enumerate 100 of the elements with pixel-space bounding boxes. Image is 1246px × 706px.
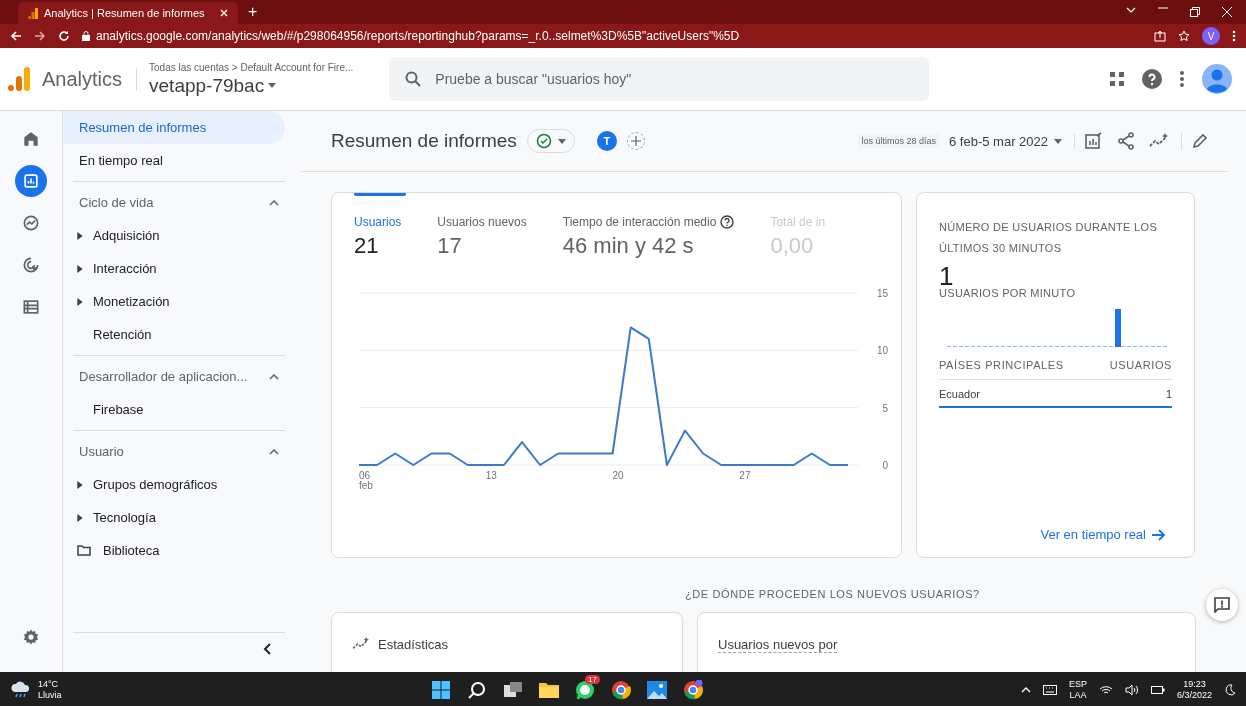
collapse-caret-icon	[269, 199, 279, 206]
analytics-logo-icon	[28, 7, 38, 19]
more-icon[interactable]	[1232, 30, 1236, 42]
check-circle-icon	[535, 133, 552, 149]
language-indicator[interactable]: ESP LAA	[1068, 679, 1087, 701]
help-icon[interactable]	[1142, 69, 1162, 89]
help-icon[interactable]	[720, 215, 735, 229]
expand-arrow-icon	[77, 513, 83, 522]
back-icon[interactable]	[10, 30, 22, 42]
per-minute-label: USUARIOS POR MINUTO	[939, 287, 1077, 299]
nav-item[interactable]: Interacción	[73, 252, 285, 285]
nav-item[interactable]: Tecnología	[73, 501, 285, 534]
nav-item[interactable]: En tiempo real	[63, 144, 285, 177]
share-icon[interactable]	[1117, 132, 1135, 150]
notification-badge: 17	[585, 675, 600, 684]
section-header[interactable]: Desarrollador de aplicacion...	[73, 360, 285, 393]
advertising-icon	[21, 255, 41, 275]
tab-title: Analytics | Resumen de informes	[44, 7, 205, 19]
photos-button[interactable]	[646, 679, 668, 701]
folder-icon	[539, 682, 559, 698]
library-item[interactable]: Biblioteca	[63, 534, 285, 567]
star-icon[interactable]	[1178, 30, 1190, 42]
reload-icon[interactable]	[58, 30, 70, 42]
insights-icon[interactable]	[1149, 133, 1169, 149]
search-icon	[405, 71, 422, 87]
search-field[interactable]: Pruebe a buscar "usuarios hoy"	[389, 57, 930, 101]
expand-arrow-icon	[77, 297, 83, 306]
metric-tab[interactable]: Usuarios nuevos 17	[437, 215, 527, 259]
rain-cloud-icon	[10, 681, 32, 699]
column-header: USUARIOS	[1109, 359, 1172, 371]
restore-icon[interactable]	[1190, 7, 1200, 17]
more-icon[interactable]	[1180, 71, 1184, 87]
nav-item[interactable]: Monetización	[73, 285, 285, 318]
y-tick-label: 10	[876, 345, 888, 357]
table-row[interactable]: Ecuador 1	[939, 380, 1172, 408]
settings-icon[interactable]	[22, 628, 40, 646]
card-title[interactable]: Usuarios nuevos por	[718, 637, 838, 653]
customize-report-icon[interactable]	[1085, 132, 1103, 150]
section-header[interactable]: Ciclo de vida	[73, 186, 285, 219]
nav-item[interactable]: Grupos demográficos	[73, 468, 285, 501]
browser-icon	[611, 680, 631, 700]
close-icon[interactable]	[220, 9, 228, 17]
search-button[interactable]	[466, 679, 488, 701]
photos-icon	[647, 681, 667, 699]
chat-app-button[interactable]: 17	[574, 679, 596, 701]
dropdown-arrow-icon	[1054, 138, 1062, 144]
y-tick-label: 0	[882, 460, 888, 471]
metric-tab[interactable]: Tiempo de interacción medio 46 min y 42 s	[562, 215, 735, 259]
chevron-left-icon	[263, 643, 271, 655]
section-header[interactable]: Usuario	[73, 435, 285, 468]
account-breadcrumb[interactable]: Todas las cuentas > Default Account for Fire...	[149, 61, 354, 73]
browser-icon	[683, 680, 703, 700]
address-bar[interactable]: analytics.google.com/analytics/web/#/p298064956/reports/reportinghub?params=_r.0..selmet%3D%5B"activeUsers"%5D	[82, 29, 1142, 43]
collapse-caret-icon	[269, 448, 279, 455]
clock[interactable]: 19:23 6/3/2022	[1176, 679, 1212, 701]
feedback-button[interactable]	[1206, 589, 1238, 621]
moon-icon[interactable]	[1224, 684, 1236, 696]
plus-icon	[630, 136, 641, 146]
card-title: Estadísticas	[378, 637, 449, 652]
y-tick-label: 5	[882, 402, 888, 414]
tab-search-icon[interactable]	[1126, 7, 1136, 13]
browser-button[interactable]	[682, 679, 704, 701]
account-avatar-icon[interactable]	[1202, 64, 1232, 94]
nav-item[interactable]: Resumen de informes	[63, 111, 285, 144]
nav-item[interactable]: Adquisición	[73, 219, 285, 252]
keyboard-icon[interactable]	[1042, 685, 1057, 695]
lock-icon	[82, 31, 90, 41]
nav-item[interactable]: Retención	[73, 318, 285, 351]
forward-icon[interactable]	[34, 30, 46, 42]
nav-item[interactable]: Firebase	[73, 393, 285, 426]
apps-grid-icon[interactable]	[1110, 72, 1124, 86]
analytics-logo-icon	[8, 67, 30, 91]
edit-icon[interactable]	[1192, 133, 1208, 149]
profile-avatar[interactable]: V	[1202, 27, 1220, 45]
metric-tab[interactable]: Usuarios 21	[354, 215, 402, 259]
expand-arrow-icon	[77, 231, 83, 240]
wifi-icon[interactable]	[1098, 685, 1113, 695]
realtime-title: NÚMERO DE USUARIOS DURANTE LOS ÚLTIMOS 30 MINUTOS	[939, 220, 1159, 256]
browser-button[interactable]	[610, 679, 632, 701]
reports-icon	[21, 171, 41, 191]
close-icon[interactable]	[1222, 7, 1232, 17]
x-tick-label: 06 feb	[359, 470, 373, 491]
battery-icon[interactable]	[1150, 686, 1165, 694]
chat-bubble-icon	[575, 680, 595, 700]
browser-tab[interactable]: Analytics | Resumen de informes	[18, 2, 238, 24]
share-icon[interactable]	[1154, 30, 1166, 42]
x-tick-label: 20	[612, 470, 624, 481]
volume-icon[interactable]	[1124, 685, 1139, 695]
date-range-picker[interactable]: 6 feb-5 mar 2022	[949, 133, 1075, 149]
x-tick-label: 27	[739, 470, 751, 481]
chevron-up-icon[interactable]	[1020, 687, 1031, 693]
realtime-link[interactable]: Ver en tiempo real	[1034, 526, 1172, 543]
x-tick-label: 13	[485, 470, 497, 481]
weather-text: Lluvia	[38, 690, 62, 701]
property-selector[interactable]: vetapp-79bac	[149, 74, 354, 97]
reports-nav-button[interactable]	[15, 165, 47, 197]
new-tab-button[interactable]: +	[248, 3, 258, 24]
start-button[interactable]	[430, 679, 452, 701]
url-text: analytics.google.com/analytics/web/#/p298064956/reports/reportinghub?params=_r.0..selmet%3D%5B"activeUsers"%5D	[96, 29, 740, 43]
comparison-avatar[interactable]: T	[596, 131, 617, 151]
